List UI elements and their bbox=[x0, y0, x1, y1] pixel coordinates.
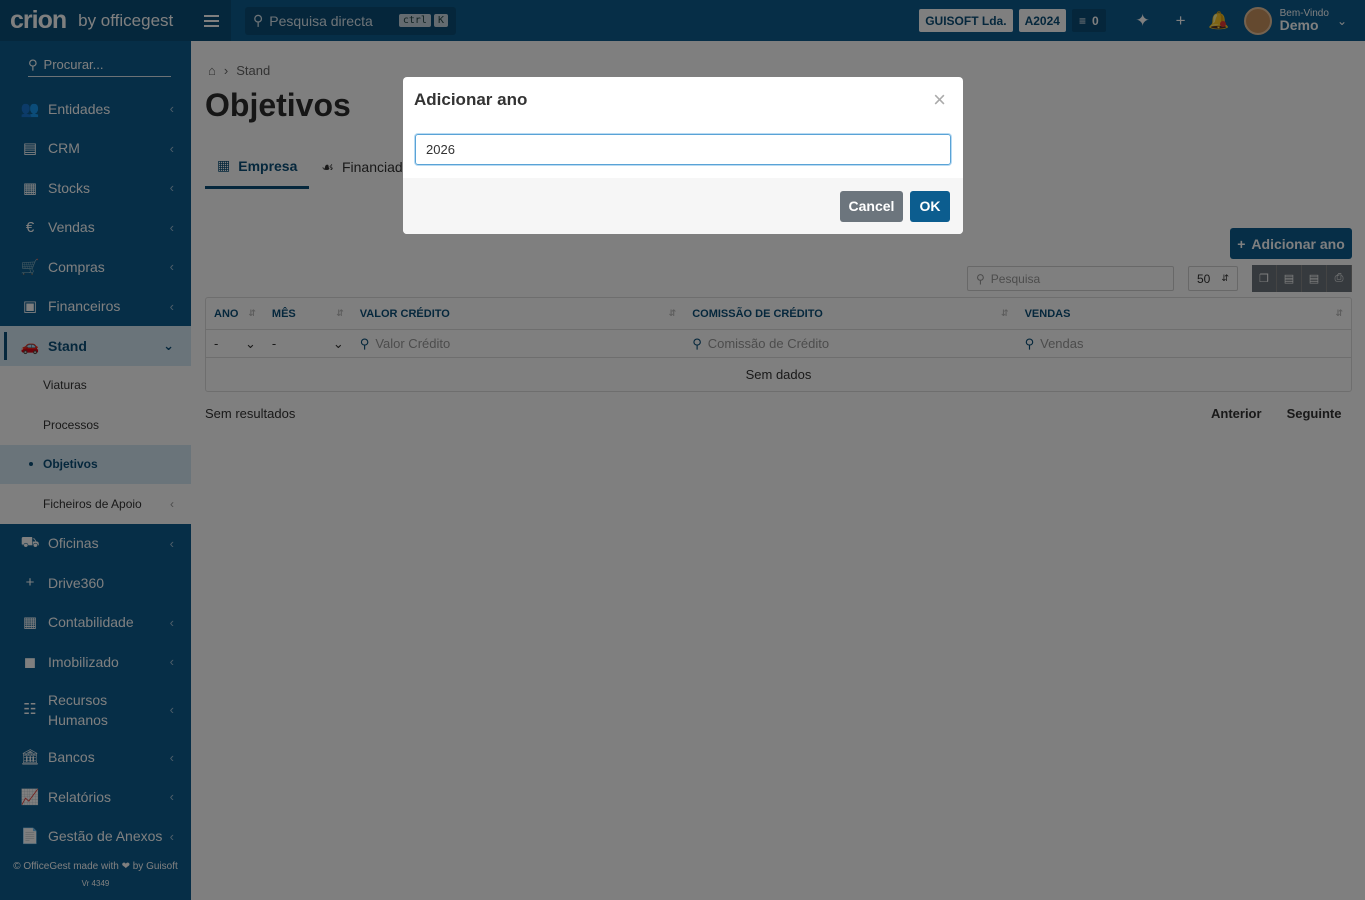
cancel-button[interactable]: Cancel bbox=[840, 190, 903, 222]
close-icon[interactable]: × bbox=[933, 87, 946, 113]
add-year-dialog: Adicionar ano × 2026 Cancel OK bbox=[403, 77, 963, 234]
year-input-value: 2026 bbox=[426, 142, 455, 157]
ok-button[interactable]: OK bbox=[910, 190, 950, 222]
dialog-header: Adicionar ano × bbox=[403, 77, 963, 122]
dialog-title: Adicionar ano bbox=[414, 89, 528, 109]
year-input[interactable]: 2026 bbox=[415, 134, 951, 165]
dialog-footer: Cancel OK bbox=[403, 178, 963, 234]
